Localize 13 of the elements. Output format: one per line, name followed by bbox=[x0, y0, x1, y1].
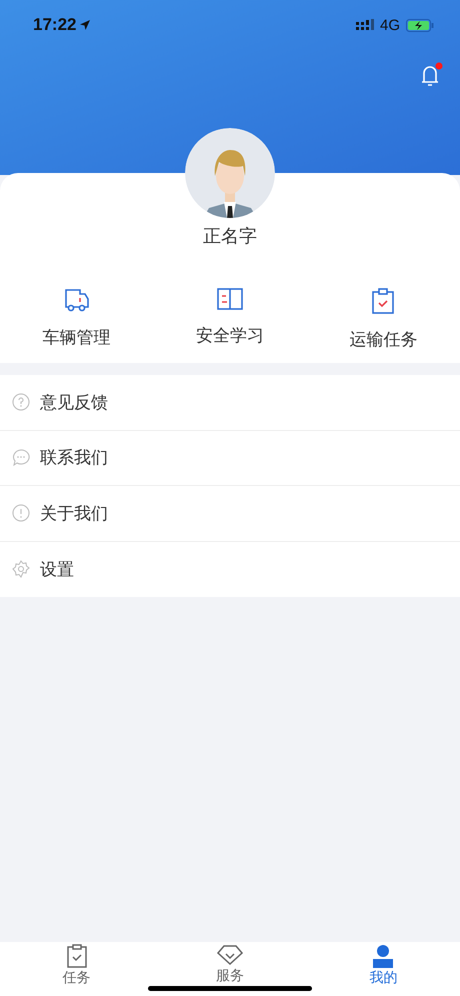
shortcut-button[interactable]: 安全学习 bbox=[153, 288, 307, 351]
menu-item[interactable]: 设置 bbox=[0, 542, 460, 597]
tab-item[interactable]: 服务 bbox=[153, 942, 307, 996]
menu-item[interactable]: 关于我们 bbox=[0, 486, 460, 542]
shortcut-button[interactable]: 车辆管理 bbox=[0, 288, 154, 351]
shortcut-button[interactable]: 运输任务 bbox=[306, 288, 460, 351]
menu-item[interactable]: 联系我们 bbox=[0, 430, 460, 486]
status-time: 17:22 bbox=[33, 15, 92, 35]
menu-item[interactable]: 意见反馈 bbox=[0, 375, 460, 430]
user-name: 正名字 bbox=[203, 225, 257, 248]
tab-item[interactable]: 我的 bbox=[306, 942, 460, 996]
tab-item[interactable]: 任务 bbox=[0, 942, 154, 996]
network-type: 4G bbox=[380, 16, 400, 34]
